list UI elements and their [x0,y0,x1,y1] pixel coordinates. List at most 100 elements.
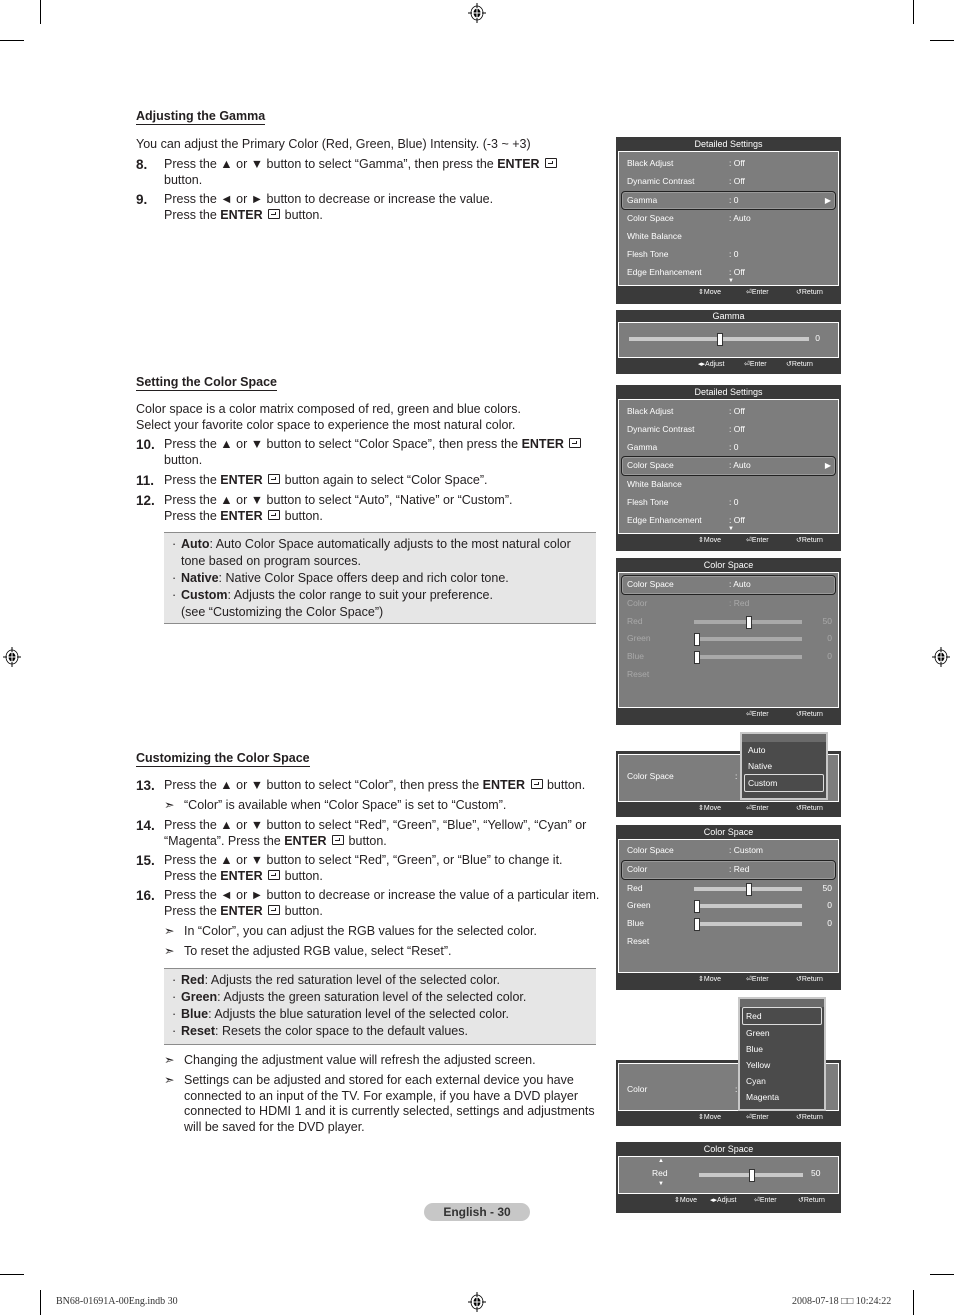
osd-footer: ◂▸ Adjust ⏎ Enter ↺ Return [616,358,841,372]
osd-menu-item[interactable]: Blue 0 [619,915,838,933]
green-slider-knob[interactable] [694,633,700,647]
enter-hint: ⏎ Enter [754,1194,777,1208]
scroll-down-icon[interactable]: ▼ [728,278,734,284]
enter-label: ENTER [284,833,327,848]
osd-menu-item[interactable]: Color: Red [621,859,836,880]
bullet-item: · Green: Adjusts the green saturation lev… [172,990,527,1004]
step-number: 15. [136,853,155,868]
red-value: 50 [811,1168,821,1178]
scroll-down-icon[interactable]: ▼ [728,526,734,532]
osd-menu-item[interactable]: Flesh Tone: 0 [619,494,838,512]
step-text: Press the ▲ or ▼ button to select “Red”,… [164,853,563,867]
move-label: Move [703,537,721,544]
blue-slider-track[interactable] [694,651,802,665]
osd-menu-item[interactable]: Color Space: Auto [621,575,836,595]
red-slider-track[interactable] [699,1169,803,1182]
red-slider-track[interactable] [694,615,802,629]
osd-menu-item[interactable]: Gamma: 0 ▶ [621,190,836,211]
step-number: 10. [136,437,155,452]
osd-menu-item[interactable]: Dynamic Contrast: Off [619,173,838,191]
osd-menu-item[interactable]: Flesh Tone: 0 [619,246,838,264]
bullet-term: Green [181,990,218,1004]
bullet-text: : Native Color Space offers deep and ric… [218,571,509,585]
dropdown-option[interactable]: Cyan [740,1073,824,1089]
dropdown-option[interactable]: Blue [740,1041,824,1057]
osd-menu-item[interactable]: Gamma: 0 [619,439,838,457]
red-slider-track[interactable] [694,882,802,896]
dropdown-option[interactable]: Auto [742,742,826,758]
dropdown-option[interactable]: Native [742,758,826,774]
osd-menu-item[interactable]: Red 50 [619,613,838,631]
osd-menu-item[interactable]: White Balance [619,228,838,246]
enter-label: ENTER [220,207,263,222]
osd-item-label: Dynamic Contrast [627,423,695,434]
dropdown-option[interactable]: Yellow [740,1057,824,1073]
dropdown-option[interactable]: Magenta [740,1089,824,1105]
step-text-end: button again to select “Color Space”. [281,473,488,487]
osd-menu-item[interactable]: Green 0 [619,630,838,648]
color-dropdown[interactable]: Red Green Blue Yellow Cyan Magenta [738,997,826,1111]
dropdown-option[interactable]: Green [740,1025,824,1041]
enter-hint: ⏎ Enter [746,1111,769,1125]
up-arrow-icon[interactable]: ▲ [658,1158,664,1164]
osd-menu-item[interactable]: Color: Red [619,595,838,613]
section-heading-customizing: Customizing the Color Space [136,751,310,767]
osd-menu-item[interactable]: Black Adjust: Off [619,403,838,421]
osd-menu-item[interactable]: Green 0 [619,897,838,915]
red-slider-knob[interactable] [746,615,752,629]
osd-title: Gamma [712,311,745,321]
red-slider-knob[interactable] [749,1169,755,1182]
bullet-text: : Auto Color Space automatically adjusts… [181,537,571,568]
crop-mark [930,1274,954,1275]
gamma-slider-knob[interactable] [717,333,723,346]
step-text: Press the [164,508,221,523]
osd-menu-item[interactable]: White Balance [619,476,838,494]
down-arrow-icon[interactable]: ▼ [658,1181,664,1187]
osd-menu-item[interactable]: Reset [619,666,838,684]
step-text: Press the ◄ or ► button to decrease or i… [164,192,494,206]
step-text: Press the ▲ or ▼ button to select “Auto”… [164,493,513,507]
osd-menu-item[interactable]: Color Space: Custom [619,842,838,860]
gamma-slider-track[interactable] [629,333,809,346]
osd-menu-item[interactable]: Red 50 [619,880,838,898]
osd-item-value: : Auto [729,579,751,589]
osd-title: Color Space [703,827,754,837]
green-slider-track[interactable] [694,633,802,647]
osd-item-label: Flesh Tone [627,248,669,259]
bullet-text: (see “Customizing the Color Space”) [181,605,384,619]
enter-label: Enter [749,361,767,368]
registration-mark-icon [932,647,950,667]
green-slider-track[interactable] [694,900,802,914]
return-label: Return [801,537,823,544]
blue-slider-track[interactable] [694,918,802,932]
red-slider-knob[interactable] [746,882,752,896]
osd-item-value: : Red [729,863,750,874]
osd-menu-item[interactable]: Black Adjust: Off [619,155,838,173]
step-text: Press the [164,207,221,222]
osd-item-value: 50 [822,615,832,626]
right-arrow-icon: ▶ [824,461,831,471]
return-hint: ↺ Return [796,708,823,722]
note-text: In “Color”, you can adjust the RGB value… [184,924,537,938]
blue-slider-knob[interactable] [694,918,700,932]
move-hint: ⇕ Move [698,286,721,300]
osd-menu-item[interactable]: Color Space: Auto [619,210,838,228]
note-arrow-icon: ➣ [164,1053,175,1067]
osd-item-label: White Balance [627,479,682,490]
osd-menu-item[interactable]: Dynamic Contrast: Off [619,421,838,439]
footer-timestamp: 2008-07-18 □□ 10:24:22 [792,1296,892,1307]
step-number: 12. [136,493,155,508]
osd-menu-item[interactable]: Color Space: Auto ▶ [621,456,836,477]
osd-menu-item[interactable]: Blue 0 [619,648,838,666]
osd-title: Color Space [703,1144,754,1154]
green-slider-knob[interactable] [694,900,700,914]
osd-menu-item[interactable]: Reset [619,933,838,951]
note-text: Changing the adjustment value will refre… [184,1053,536,1067]
blue-slider-knob[interactable] [694,651,700,665]
dropdown-option[interactable]: Red [742,1007,822,1025]
dropdown-option[interactable]: Custom [744,774,824,792]
colorspace-dropdown[interactable]: Auto Native Custom [740,732,828,800]
bullet-term: Native [181,571,219,585]
crop-mark [913,1290,914,1315]
right-arrow-icon: ▶ [824,195,831,205]
